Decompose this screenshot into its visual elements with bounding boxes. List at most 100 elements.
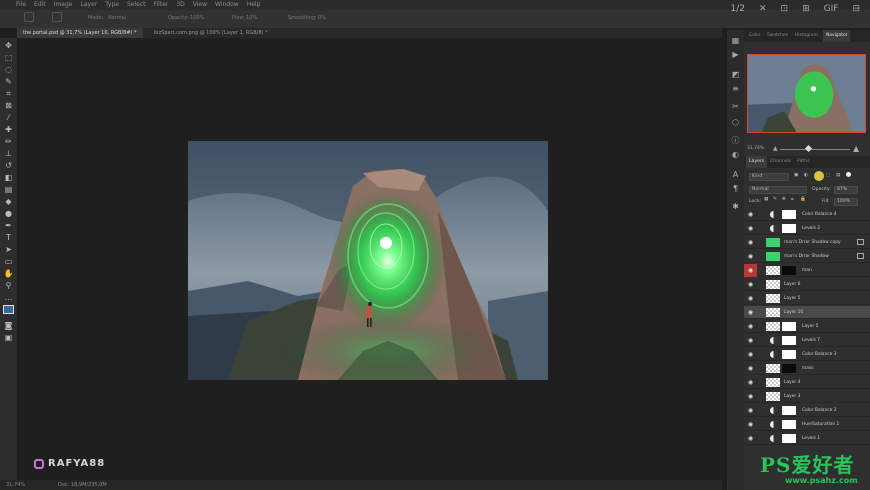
layout-icon[interactable]: ⊟ xyxy=(852,4,860,14)
layer-thumbnail[interactable] xyxy=(766,266,780,275)
layer-mask-thumbnail[interactable] xyxy=(782,224,796,233)
visibility-eye-icon[interactable]: ◉ xyxy=(747,225,754,232)
brush-tool-icon[interactable]: ✏ xyxy=(3,137,14,146)
menu-3d[interactable]: 3D xyxy=(176,0,184,10)
layer-mask-thumbnail[interactable] xyxy=(782,434,796,443)
zoom-readout[interactable]: 31,74% xyxy=(6,480,25,490)
brush-preset-icon[interactable] xyxy=(52,12,62,22)
menu-image[interactable]: Image xyxy=(54,0,73,10)
menu-layer[interactable]: Layer xyxy=(80,0,97,10)
menu-help[interactable]: Help xyxy=(247,0,261,10)
layer-name[interactable]: Color Balance 4 xyxy=(802,208,837,221)
actions-panel-icon[interactable]: ▶ xyxy=(731,50,740,59)
move-tool-icon[interactable]: ✥ xyxy=(3,41,14,50)
layer-row-selected[interactable]: ◉ Layer 10 xyxy=(744,306,870,319)
zoom-in-icon[interactable]: ▲ xyxy=(853,144,859,153)
layer-name[interactable]: man xyxy=(802,264,812,277)
close-icon[interactable]: ✕ xyxy=(759,4,767,14)
visibility-eye-icon[interactable]: ◉ xyxy=(747,323,754,330)
layer-row[interactable]: ◉ Levels 1 xyxy=(744,432,870,445)
3d-panel-icon[interactable]: ⬡ xyxy=(731,118,740,127)
quick-select-tool-icon[interactable]: ✎ xyxy=(3,77,14,86)
lock-pixels-icon[interactable]: ▦ xyxy=(764,197,768,202)
layer-name[interactable]: Layer 3 xyxy=(784,390,800,403)
layer-thumbnail[interactable] xyxy=(766,378,780,387)
brush-tool-icon[interactable] xyxy=(24,12,34,22)
layer-thumbnail[interactable] xyxy=(766,322,780,331)
tab-color[interactable]: Color xyxy=(746,30,763,42)
filter-adjustment-icon[interactable]: ◐ xyxy=(804,173,808,178)
opacity-value[interactable]: 100% xyxy=(190,15,204,21)
visibility-eye-icon[interactable]: ◉ xyxy=(747,239,754,246)
gradient-tool-icon[interactable]: ▤ xyxy=(3,185,14,194)
visibility-eye-icon[interactable]: ◉ xyxy=(747,365,754,372)
mode-select[interactable]: Normal xyxy=(108,15,126,21)
character-panel-icon[interactable]: A xyxy=(731,170,740,179)
visibility-eye-icon[interactable]: ◉ xyxy=(747,435,754,442)
tab-the-portal[interactable]: the portal.psd @ 31,7% (Layer 10, RGB/8#… xyxy=(17,28,143,38)
layer-mask-thumbnail[interactable] xyxy=(782,322,796,331)
smoothing-value[interactable]: 0% xyxy=(318,15,326,21)
layer-thumbnail[interactable] xyxy=(766,308,780,317)
layer-thumbnail[interactable] xyxy=(766,364,780,373)
layer-name[interactable]: Layer 4 xyxy=(784,376,800,389)
tab-swatches[interactable]: Swatches xyxy=(764,30,791,42)
zoom-slider-knob[interactable] xyxy=(804,144,813,153)
history-panel-icon[interactable]: ▦ xyxy=(731,36,740,45)
dodge-tool-icon[interactable]: ● xyxy=(3,209,14,218)
path-select-icon[interactable]: ➤ xyxy=(3,245,14,254)
properties-panel-icon[interactable]: ≡ xyxy=(731,84,740,93)
layer-mask-thumbnail[interactable] xyxy=(782,266,796,275)
lasso-tool-icon[interactable]: ◌ xyxy=(3,65,14,74)
layer-row[interactable]: ◉ Layer 3 xyxy=(744,390,870,403)
visibility-eye-icon[interactable]: ◉ xyxy=(747,337,754,344)
layer-name[interactable]: mass xyxy=(802,362,814,375)
layer-row[interactable]: ◉ man's Drrar Shadow copy xyxy=(744,236,870,249)
filter-pixel-icon[interactable]: ▣ xyxy=(794,173,798,178)
frame-tool-icon[interactable]: ⊠ xyxy=(3,101,14,110)
flow-value[interactable]: 10% xyxy=(246,15,257,21)
crop-tool-icon[interactable]: ⌗ xyxy=(3,89,14,98)
filter-toggle-icon[interactable] xyxy=(846,172,851,177)
visibility-eye-icon[interactable]: ◉ xyxy=(744,264,757,277)
layer-mask-thumbnail[interactable] xyxy=(782,350,796,359)
layer-thumbnail[interactable] xyxy=(766,238,780,247)
layer-row[interactable]: ◉ Levels 2 xyxy=(744,222,870,235)
menu-window[interactable]: Window xyxy=(215,0,239,10)
document-canvas[interactable] xyxy=(188,141,548,380)
layer-mask-thumbnail[interactable] xyxy=(782,336,796,345)
menu-select[interactable]: Select xyxy=(127,0,146,10)
grid-icon[interactable]: ⊞ xyxy=(802,4,810,14)
layer-row[interactable]: ◉ Color Balance 3 xyxy=(744,348,870,361)
stamp-tool-icon[interactable]: ⊥ xyxy=(3,149,14,158)
adjustments-panel-icon[interactable]: ◐ xyxy=(731,150,740,159)
layer-filter-select[interactable]: Kind xyxy=(749,173,789,181)
layer-name[interactable]: Layer 6 xyxy=(784,278,800,291)
visibility-eye-icon[interactable]: ◉ xyxy=(747,351,754,358)
menu-filter[interactable]: Filter xyxy=(154,0,169,10)
layer-name[interactable]: Layer 5 xyxy=(784,292,800,305)
brush-panel-icon[interactable]: ◩ xyxy=(731,70,740,79)
eyedropper-tool-icon[interactable]: ⁄ xyxy=(3,113,14,122)
zoom-tool-icon[interactable]: ⚲ xyxy=(3,281,14,290)
visibility-eye-icon[interactable]: ◉ xyxy=(747,421,754,428)
layer-row[interactable]: ◉ mass xyxy=(744,362,870,375)
foreground-color-swatch[interactable] xyxy=(3,305,14,314)
tab-channels[interactable]: Channels xyxy=(767,156,794,168)
layer-name[interactable]: man's Drrar Shadow xyxy=(784,250,829,263)
layer-fill-input[interactable]: 100% xyxy=(834,198,858,206)
visibility-eye-icon[interactable]: ◉ xyxy=(747,379,754,386)
layer-thumbnail[interactable] xyxy=(766,392,780,401)
tab-histogram[interactable]: Histogram xyxy=(792,30,821,42)
filter-smart-icon[interactable]: ▤ xyxy=(836,173,840,178)
menu-type[interactable]: Type xyxy=(105,0,119,10)
layer-name[interactable]: Hue/Saturation 1 xyxy=(802,418,839,431)
layer-name[interactable]: Levels 2 xyxy=(802,222,820,235)
layer-name[interactable]: Layer 5 xyxy=(802,320,818,333)
layer-name[interactable]: Layer 10 xyxy=(784,306,803,319)
styles-panel-icon[interactable]: ✱ xyxy=(731,202,740,211)
layer-row[interactable]: ◉ Levels 7 xyxy=(744,334,870,347)
zoom-out-icon[interactable]: ▲ xyxy=(773,145,778,152)
layer-thumbnail[interactable] xyxy=(766,294,780,303)
marquee-tool-icon[interactable]: ⬚ xyxy=(3,53,14,62)
